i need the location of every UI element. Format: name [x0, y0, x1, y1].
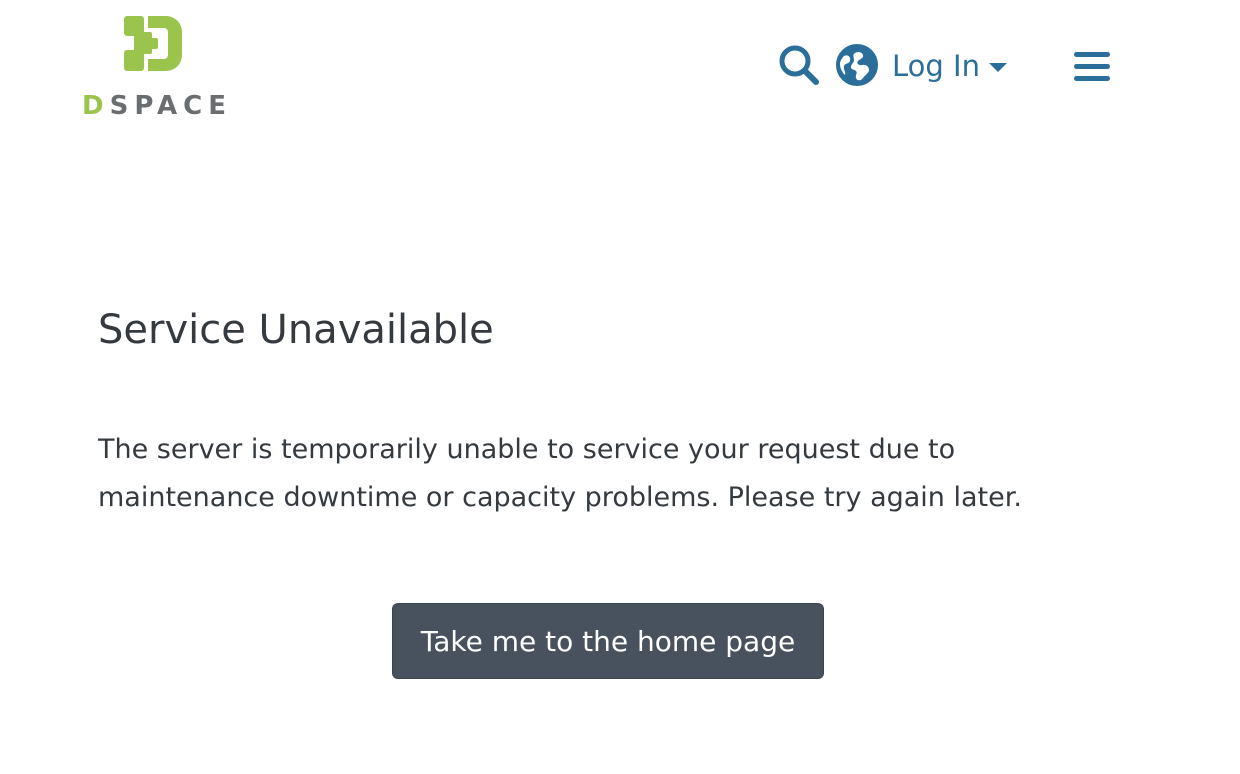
page-title: Service Unavailable — [98, 307, 494, 353]
menu-toggle-button[interactable] — [1070, 44, 1114, 88]
caret-down-icon — [988, 62, 1007, 72]
search-button[interactable] — [776, 42, 822, 88]
logo-wordmark: DSPACE — [82, 92, 227, 120]
hamburger-menu-icon — [1074, 52, 1110, 81]
search-icon — [779, 45, 819, 85]
dspace-logo[interactable]: DSPACE — [82, 14, 227, 120]
login-label: Log In — [892, 49, 980, 83]
logo-wordmark-d: D — [82, 91, 110, 121]
home-page-button[interactable]: Take me to the home page — [392, 603, 824, 679]
globe-icon — [836, 44, 878, 86]
dspace-logo-icon — [124, 16, 182, 71]
login-dropdown-toggle[interactable]: Log In — [892, 44, 1007, 88]
language-switch-button[interactable] — [834, 42, 880, 88]
logo-wordmark-rest: SPACE — [109, 91, 232, 121]
error-message: The server is temporarily unable to serv… — [98, 434, 1022, 513]
site-header: DSPACE Log In — [0, 0, 1240, 140]
